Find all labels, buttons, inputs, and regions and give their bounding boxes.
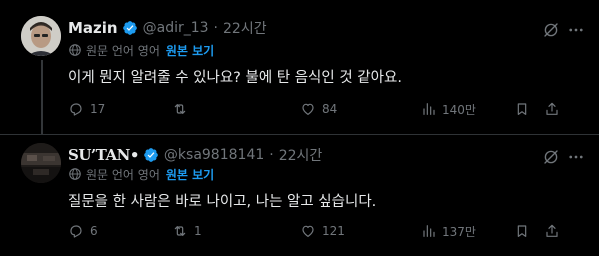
thread-connector-line xyxy=(41,60,43,134)
reply-count: 6 xyxy=(90,224,98,238)
timestamp[interactable]: 22시간 xyxy=(223,18,267,38)
tweet-header: SU’TAN• @ksa9818141 · 22시간 xyxy=(68,145,322,165)
reply-button[interactable]: 6 xyxy=(68,221,98,241)
avatar-photo xyxy=(21,16,61,56)
like-icon xyxy=(302,225,314,237)
action-bar: 17 84 140만 xyxy=(68,99,568,119)
author-name[interactable]: Mazin xyxy=(68,19,118,37)
avatar-photo xyxy=(21,143,61,183)
translated-from-label: 원문 언어 영어 xyxy=(86,43,160,58)
reply-button[interactable]: 17 xyxy=(68,99,105,119)
reply-thread: Mazin @adir_13 · 22시간 원문 언어 영어 원본 보기 이게 … xyxy=(0,0,599,256)
share-icon xyxy=(546,224,558,237)
reply-icon xyxy=(70,103,82,116)
view-count: 137만 xyxy=(442,224,476,239)
separator-dot: · xyxy=(213,20,218,36)
tweet-text: 질문을 한 사람은 바로 나이고, 나는 알고 싶습니다. xyxy=(68,194,377,210)
reply-icon xyxy=(70,225,82,238)
like-count: 121 xyxy=(322,224,345,238)
like-button[interactable]: 121 xyxy=(300,221,345,241)
globe-icon xyxy=(69,168,81,180)
translation-notice: 원문 언어 영어 원본 보기 xyxy=(68,165,214,183)
retweet-icon xyxy=(174,104,186,114)
avatar[interactable] xyxy=(21,16,61,56)
timestamp[interactable]: 22시간 xyxy=(279,145,323,165)
grok-icon[interactable] xyxy=(542,148,560,166)
tweet[interactable]: SU’TAN• @ksa9818141 · 22시간 원문 언어 영어 원본 보… xyxy=(0,135,599,256)
retweet-button[interactable] xyxy=(172,99,194,119)
translated-from-label: 원문 언어 영어 xyxy=(86,167,160,182)
reply-count: 17 xyxy=(90,102,106,116)
views-button[interactable]: 140만 xyxy=(420,99,476,119)
translation-notice: 원문 언어 영어 원본 보기 xyxy=(68,41,214,59)
more-icon[interactable] xyxy=(567,21,585,39)
verified-badge-icon xyxy=(144,148,158,162)
grok-icon[interactable] xyxy=(542,21,560,39)
share-icon xyxy=(546,102,558,115)
retweet-count: 1 xyxy=(194,224,202,238)
share-button[interactable] xyxy=(544,221,560,241)
more-icon[interactable] xyxy=(567,148,585,166)
bookmark-button[interactable] xyxy=(514,221,530,241)
show-original-link[interactable]: 원본 보기 xyxy=(166,166,214,183)
author-name[interactable]: SU’TAN• xyxy=(68,146,139,164)
like-icon xyxy=(302,103,314,115)
author-handle[interactable]: @adir_13 xyxy=(143,20,209,36)
like-count: 84 xyxy=(322,102,338,116)
globe-icon xyxy=(69,44,81,56)
tweet-text: 이게 뭔지 알려줄 수 있나요? 불에 탄 음식인 것 같아요. xyxy=(68,70,402,86)
view-count: 140만 xyxy=(442,102,476,117)
show-original-link[interactable]: 원본 보기 xyxy=(166,42,214,59)
bookmark-icon xyxy=(517,225,527,237)
views-icon xyxy=(423,103,435,115)
views-button[interactable]: 137만 xyxy=(420,221,476,241)
separator-dot: · xyxy=(269,147,274,163)
share-button[interactable] xyxy=(544,99,560,119)
author-handle[interactable]: @ksa9818141 xyxy=(164,147,264,163)
verified-badge-icon xyxy=(122,21,137,35)
retweet-button[interactable]: 1 xyxy=(172,221,202,241)
like-button[interactable]: 84 xyxy=(300,99,337,119)
views-icon xyxy=(423,225,435,237)
action-bar: 6 1 121 137만 xyxy=(68,221,568,241)
bookmark-icon xyxy=(517,103,527,115)
avatar[interactable] xyxy=(21,143,61,183)
tweet-header: Mazin @adir_13 · 22시간 xyxy=(68,18,267,38)
bookmark-button[interactable] xyxy=(514,99,530,119)
tweet[interactable]: Mazin @adir_13 · 22시간 원문 언어 영어 원본 보기 이게 … xyxy=(0,0,599,135)
retweet-icon xyxy=(174,226,186,236)
